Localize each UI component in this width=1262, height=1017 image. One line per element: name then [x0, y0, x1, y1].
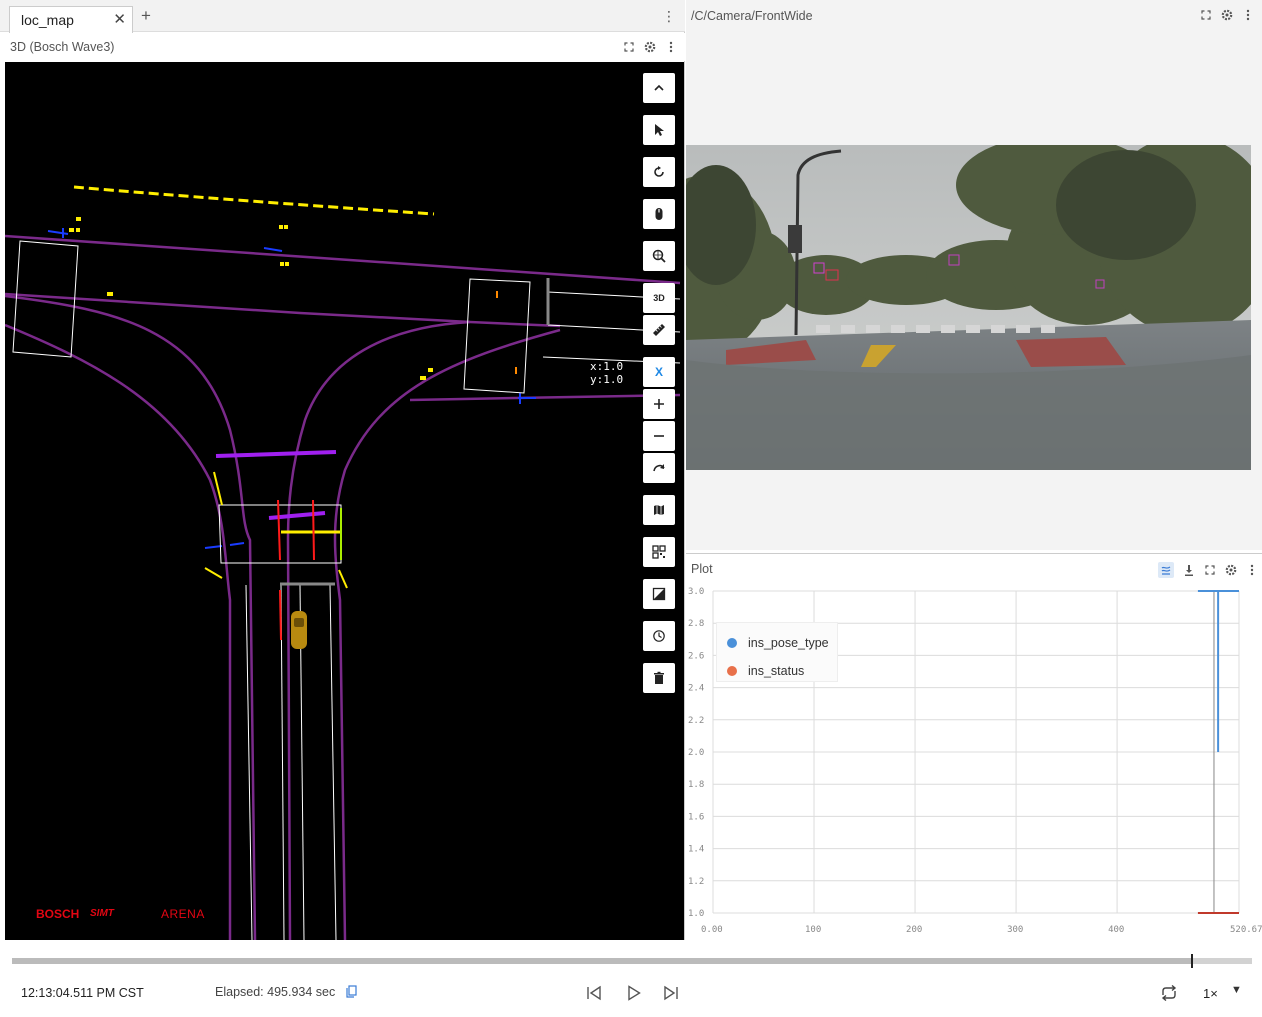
legend-item[interactable]: ins_status: [727, 657, 837, 685]
tab-menu-icon[interactable]: ⋮: [662, 8, 676, 25]
timeline-progress: [12, 958, 1193, 964]
x-tick-label: 300: [1007, 925, 1023, 935]
map-icon[interactable]: [643, 495, 675, 525]
legend-label: ins_status: [748, 664, 805, 678]
playback-clock: 12:13:04.511 PM CST: [21, 986, 144, 1000]
qr-grid-icon[interactable]: [643, 537, 675, 567]
loop-icon[interactable]: [1158, 983, 1180, 1003]
playback-speed[interactable]: 1×: [1203, 986, 1218, 1001]
reset-view-icon[interactable]: [643, 157, 675, 187]
play-icon[interactable]: [623, 983, 645, 1003]
legend-label: ins_pose_type: [748, 636, 829, 650]
left-panel: loc_map ✕ + ⋮ 3D (Bosch Wave3) x:1.0 y:1…: [0, 0, 685, 940]
seek-forward-icon[interactable]: [660, 983, 682, 1003]
x-tick-label: 0.00: [701, 925, 723, 935]
y-tick-label: 3.0: [688, 587, 704, 597]
add-tab-button[interactable]: +: [141, 7, 151, 24]
coord-x: x:1.0: [590, 360, 624, 373]
bosch-logo: BOSCH: [36, 907, 80, 921]
gear-icon[interactable]: [1221, 9, 1233, 21]
map-drawing: [5, 185, 681, 940]
y-tick-label: 2.2: [688, 716, 704, 726]
y-tick-label: 1.4: [688, 845, 704, 855]
elapsed-time: Elapsed: 495.934 sec: [215, 985, 336, 999]
y-tick-label: 2.0: [688, 748, 704, 758]
layer-toggle-icon[interactable]: [643, 579, 675, 609]
mouse-icon[interactable]: [643, 199, 675, 229]
gear-icon[interactable]: [644, 41, 656, 53]
fullscreen-icon[interactable]: [1204, 564, 1216, 576]
3d-toggle-label: 3D: [653, 293, 665, 303]
copy-icon[interactable]: [346, 985, 357, 1001]
3d-scene-canvas[interactable]: x:1.0 y:1.0 BOSCH SIMT ARENA: [5, 62, 684, 940]
y-tick-label: 1.6: [688, 812, 704, 822]
plot-panel-title: Plot: [691, 562, 713, 576]
more-icon[interactable]: [1242, 9, 1254, 21]
trash-icon[interactable]: [643, 663, 675, 693]
tab-label: loc_map: [21, 12, 74, 28]
x-tick-label: 200: [906, 925, 922, 935]
y-tick-label: 2.4: [688, 684, 704, 694]
camera-panel-title: /C/Camera/FrontWide: [691, 9, 813, 23]
playback-bar: 12:13:04.511 PM CST Elapsed: 495.934 sec…: [0, 940, 1262, 1017]
chevron-up-icon[interactable]: [643, 73, 675, 103]
coord-y: y:1.0: [590, 373, 624, 386]
x-tick-label: 520.67: [1230, 925, 1262, 935]
history-icon[interactable]: [643, 621, 675, 651]
seek-backward-icon[interactable]: [583, 983, 605, 1003]
rotate-icon[interactable]: [643, 453, 675, 483]
legend-item[interactable]: ins_pose_type: [727, 629, 837, 657]
plot-legend: ins_pose_type ins_status: [716, 622, 838, 682]
ruler-icon[interactable]: [643, 315, 675, 345]
y-tick-label: 1.0: [688, 909, 704, 919]
axis-label: X: [654, 365, 663, 379]
close-icon[interactable]: ✕: [113, 10, 126, 28]
camera-panel: /C/Camera/FrontWide: [686, 0, 1262, 550]
timeline-track[interactable]: [12, 958, 1252, 964]
search-globe-icon[interactable]: [643, 241, 675, 271]
y-tick-label: 1.8: [688, 780, 704, 790]
tab-bar: loc_map ✕ + ⋮: [0, 0, 685, 33]
fullscreen-icon[interactable]: [1200, 9, 1212, 21]
x-tick-label: 400: [1108, 925, 1124, 935]
plot-chart-area[interactable]: 1.0 1.2 1.4 1.6 1.8 2.0 2.2 2.4 2.6 2.8 3.0 0.00 100…: [686, 584, 1262, 941]
cursor-coordinates: x:1.0 y:1.0: [590, 360, 623, 386]
legend-dot: [727, 638, 737, 648]
sim-logo: SIMT: [90, 908, 114, 919]
tab-loc-map[interactable]: loc_map ✕: [9, 6, 133, 33]
speed-dropdown-icon[interactable]: ▼: [1231, 984, 1242, 996]
x-tick-label: 100: [805, 925, 821, 935]
more-icon[interactable]: [665, 41, 677, 53]
arena-logo: ARENA: [161, 907, 205, 921]
3d-toggle-icon[interactable]: 3D: [643, 283, 675, 313]
y-tick-label: 2.6: [688, 651, 704, 661]
gear-icon[interactable]: [1225, 564, 1237, 576]
more-icon[interactable]: [1246, 564, 1258, 576]
camera-image: [686, 145, 1251, 470]
y-tick-label: 1.2: [688, 877, 704, 887]
zoom-in-icon[interactable]: [643, 389, 675, 419]
fullscreen-icon[interactable]: [623, 41, 635, 53]
cursor-icon[interactable]: [643, 115, 675, 145]
panel-3d-title: 3D (Bosch Wave3): [10, 40, 115, 54]
series-view-icon[interactable]: [1158, 562, 1174, 578]
zoom-out-icon[interactable]: [643, 421, 675, 451]
plot-panel: Plot 1.0 1.2 1.4 1.6 1.8 2.0 2.2 2.4 2.6 2.8 3.0 0.…: [686, 553, 1262, 940]
download-icon[interactable]: [1183, 564, 1195, 576]
axis-icon[interactable]: X: [643, 357, 675, 387]
legend-dot: [727, 666, 737, 676]
y-tick-label: 2.8: [688, 619, 704, 629]
panel-3d-header: 3D (Bosch Wave3): [0, 33, 685, 61]
timeline-scrubber[interactable]: [1191, 954, 1194, 968]
